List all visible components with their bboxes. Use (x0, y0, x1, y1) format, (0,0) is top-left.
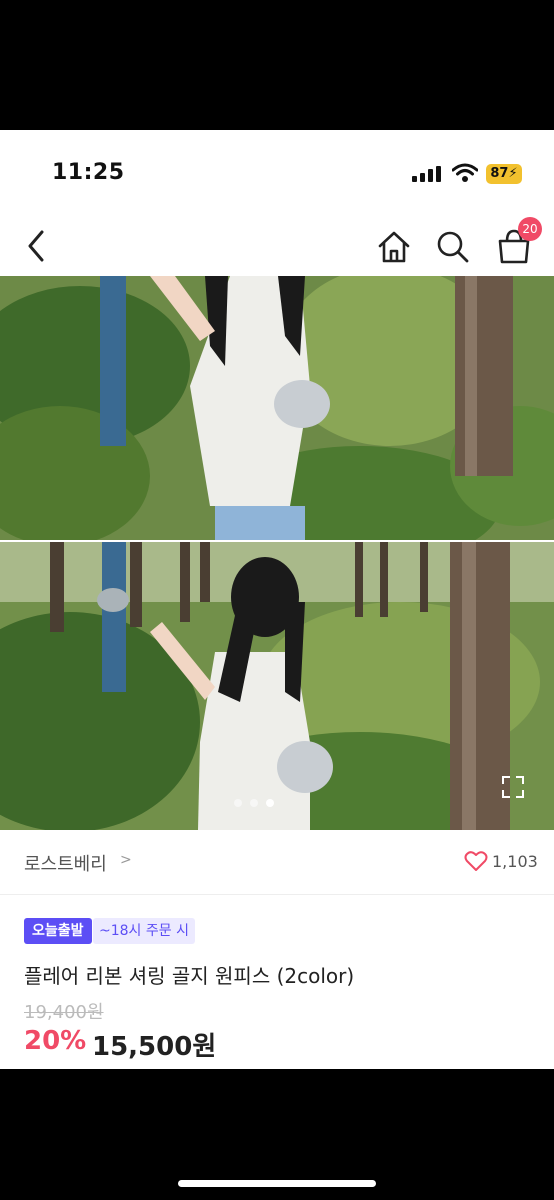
fullscreen-icon[interactable] (500, 774, 526, 800)
cutoff-badge: ~18시 주문 시 (93, 918, 195, 944)
top-nav (0, 216, 554, 276)
product-image[interactable] (0, 276, 554, 540)
sale-price: 15,500원 (92, 1032, 217, 1062)
gallery-pagination (234, 792, 282, 807)
home-indicator[interactable] (178, 1180, 376, 1187)
battery-indicator: 87⚡ (486, 164, 522, 184)
pagination-dot[interactable] (234, 799, 242, 807)
like-count: 1,103 (492, 852, 538, 871)
pagination-dot-active[interactable] (266, 799, 274, 807)
charging-icon: ⚡ (508, 166, 518, 181)
search-icon[interactable] (432, 224, 472, 268)
heart-icon[interactable] (464, 850, 488, 872)
store-row[interactable]: 로스트베리 > 1,103 (0, 830, 554, 895)
status-bar: 11:25 87⚡ (0, 130, 554, 216)
store-name[interactable]: 로스트베리 (24, 850, 107, 876)
home-icon[interactable] (374, 224, 414, 268)
original-price: 19,400원 (24, 1002, 104, 1023)
pagination-dot[interactable] (250, 799, 258, 807)
battery-level: 87 (490, 166, 509, 181)
cart-count-badge: 20 (518, 217, 542, 241)
chevron-right-icon: > (120, 852, 132, 868)
product-image[interactable] (0, 542, 554, 830)
signal-icon (412, 166, 441, 182)
product-title: 플레어 리본 셔링 골지 원피스 (2color) (24, 964, 355, 988)
wifi-icon (452, 163, 478, 182)
back-button[interactable] (20, 224, 52, 268)
discount-rate: 20% (24, 1026, 87, 1056)
status-time: 11:25 (52, 160, 125, 185)
delivery-badge: 오늘출발 (24, 918, 92, 944)
app-screen: 11:25 87⚡ 20 로스트베리 > 1,103 오늘출발 ~18시 주문 … (0, 130, 554, 1069)
